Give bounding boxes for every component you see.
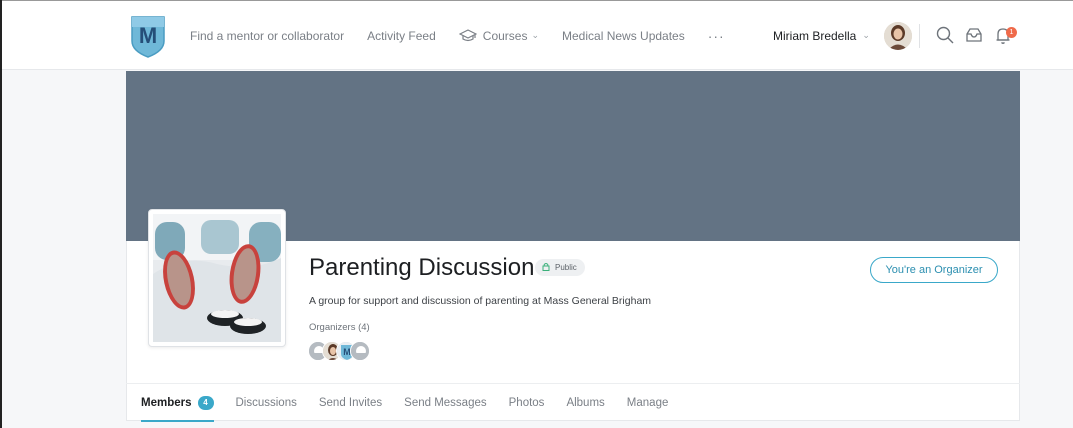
tab-manage[interactable]: Manage: [627, 384, 669, 421]
group-photo[interactable]: [148, 209, 286, 347]
organizer-status-button[interactable]: You're an Organizer: [870, 257, 998, 283]
tab-members[interactable]: Members 4: [141, 384, 214, 422]
tab-photos[interactable]: Photos: [509, 384, 545, 421]
organizer-avatars: M: [308, 341, 370, 361]
nav-activity-feed[interactable]: Activity Feed: [367, 29, 436, 43]
organizers-label: Organizers (4): [309, 322, 370, 333]
user-name: Miriam Bredella: [773, 28, 857, 43]
user-menu[interactable]: Miriam Bredella ⌄: [773, 1, 912, 70]
group-description: A group for support and discussion of pa…: [309, 295, 652, 307]
chevron-down-icon: ⌄: [531, 30, 540, 40]
svg-text:M: M: [139, 23, 157, 48]
inbox-icon[interactable]: [964, 25, 984, 45]
nav-medical-news[interactable]: Medical News Updates: [562, 29, 685, 43]
graduation-cap-icon: [458, 28, 477, 43]
nav-find-mentor[interactable]: Find a mentor or collaborator: [190, 29, 344, 43]
group-title: Parenting Discussion: [309, 254, 535, 281]
user-avatar[interactable]: [883, 21, 912, 50]
lock-icon: [542, 262, 550, 273]
nav-more-button[interactable]: ···: [708, 28, 725, 44]
chevron-down-icon: ⌄: [862, 30, 870, 40]
header-divider: [919, 24, 920, 48]
organizer-avatar[interactable]: [350, 341, 370, 361]
visibility-badge: Public: [535, 259, 585, 276]
search-icon[interactable]: [935, 25, 955, 45]
tab-send-messages[interactable]: Send Messages: [404, 384, 486, 421]
notification-badge: 1: [1006, 27, 1017, 38]
main-nav: Find a mentor or collaborator Activity F…: [190, 1, 748, 70]
tab-send-invites[interactable]: Send Invites: [319, 384, 382, 421]
top-header: M Find a mentor or collaborator Activity…: [2, 1, 1073, 70]
nav-courses[interactable]: Courses ⌄: [458, 28, 540, 43]
site-logo[interactable]: M: [130, 15, 166, 59]
members-count-badge: 4: [197, 395, 214, 410]
tab-discussions[interactable]: Discussions: [236, 384, 297, 421]
group-tabs: Members 4 Discussions Send Invites Send …: [141, 384, 690, 422]
tab-albums[interactable]: Albums: [566, 384, 604, 421]
